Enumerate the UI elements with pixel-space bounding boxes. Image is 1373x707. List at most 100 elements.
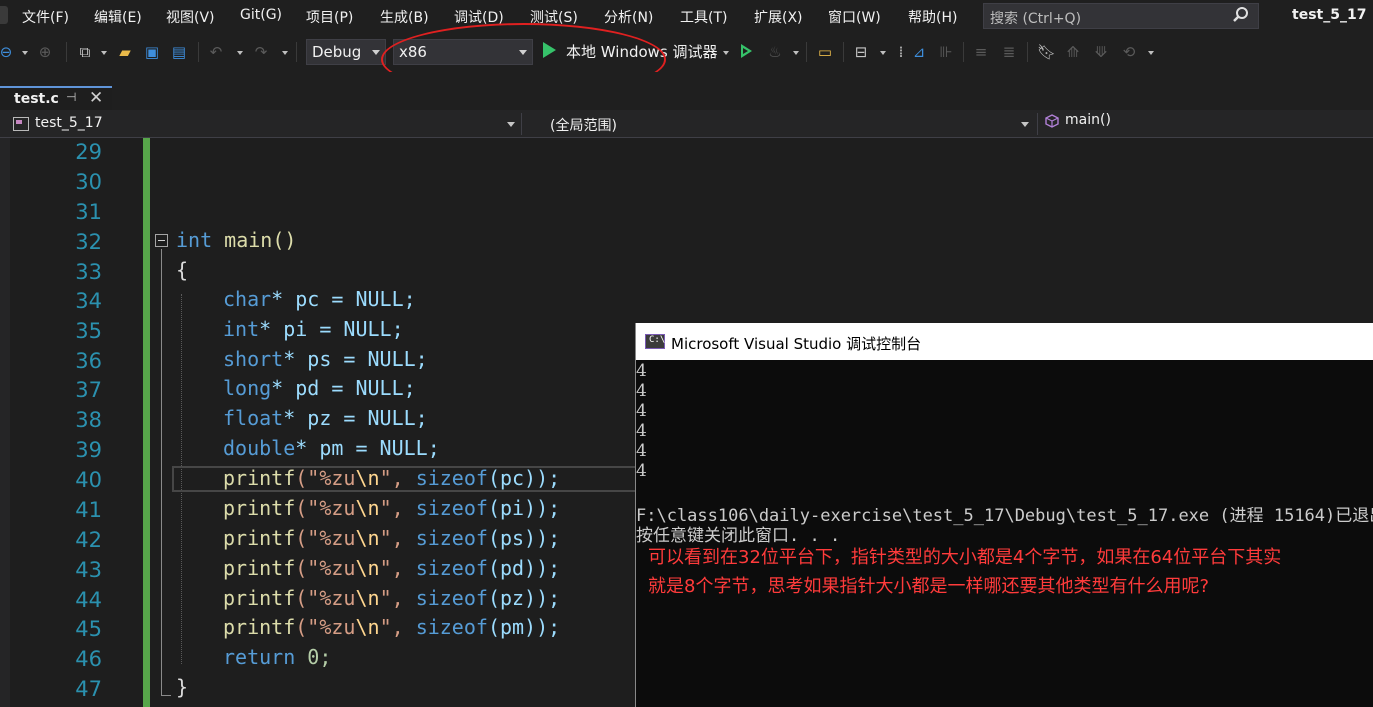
code-keyword: float [223,406,284,430]
toolbar-separator [806,42,807,62]
code-string: ("%zu [295,586,356,610]
code-text: (pi)); [487,496,561,520]
uncomment-icon[interactable]: ⊪ [937,42,955,62]
outline-fold-end [161,695,171,696]
collapse-toggle-icon[interactable] [155,234,168,247]
step-icon[interactable]: ⁞ [892,42,910,62]
line-number: 45 [75,617,102,641]
code-text: * ps = NULL; [283,347,428,371]
toolbar-overflow-caret-icon[interactable] [1148,51,1154,55]
toolbar-separator [66,42,67,62]
menu-git[interactable]: Git(G) [240,7,282,23]
code-line-34: char* pc = NULL; [223,287,416,311]
code-line-40: printf("%zu\n", sizeof(pc)); [223,466,560,490]
tab-label: test.c [14,91,59,107]
navigate-forward-icon[interactable]: ⊕ [36,42,54,62]
hot-reload-icon[interactable]: ♨ [766,42,784,62]
code-line-36: short* ps = NULL; [223,347,428,371]
save-all-icon[interactable]: ▤ [170,42,188,62]
menu-tools[interactable]: 工具(T) [680,7,727,27]
chevron-down-icon [507,122,515,127]
menu-file[interactable]: 文件(F) [22,7,69,27]
menu-test[interactable]: 测试(S) [530,7,578,27]
code-keyword: int [176,228,213,252]
save-icon[interactable]: ▣ [143,42,161,62]
menu-window[interactable]: 窗口(W) [828,7,881,27]
layout-dropdown-caret-icon[interactable] [880,51,886,55]
code-function: printf [223,496,296,520]
code-keyword: double [223,436,296,460]
code-escape: \n [355,496,380,520]
menu-help[interactable]: 帮助(H) [908,7,957,27]
open-folder-view-icon[interactable]: ▭ [816,42,834,62]
menu-view[interactable]: 视图(V) [166,7,215,27]
pin-icon[interactable]: ⊣ [66,90,76,104]
layout-icon[interactable]: ⊟ [852,42,870,62]
undo-dropdown-caret-icon[interactable] [237,51,243,55]
code-line-33: { [176,258,189,282]
outline-fold-line [161,249,162,695]
scope-select[interactable]: (全局范围) [530,113,1038,135]
new-project-icon[interactable]: ⧉ [76,42,94,62]
code-string: ("%zu [295,466,356,490]
close-icon[interactable]: ✕ [89,88,103,108]
console-output-line: 4 [636,401,647,421]
toolbar-separator [963,42,964,62]
line-number: 29 [75,140,102,164]
menu-debug[interactable]: 调试(D) [454,7,504,27]
navigate-back-icon[interactable]: ⊖ [0,42,15,62]
code-string: ", [379,556,416,580]
document-tab-strip: test.c ⊣ ✕ [0,72,1373,110]
code-string: ("%zu [295,556,356,580]
open-folder-icon[interactable]: ▰ [116,42,134,62]
menu-build[interactable]: 生成(B) [380,7,429,27]
line-number: 40 [75,468,102,492]
platform-select[interactable]: x86 [393,39,533,65]
code-escape: \n [355,466,380,490]
start-debugger-button[interactable]: 本地 Windows 调试器 [566,41,718,62]
tab-test-c[interactable]: test.c ⊣ ✕ [0,86,112,110]
search-icon[interactable] [1232,6,1250,24]
comment-icon[interactable]: ⊿ [910,42,928,62]
code-keyword: sizeof [415,556,488,580]
line-number: 39 [75,438,102,462]
debug-console-window[interactable]: C:\ Microsoft Visual Studio 调试控制台 4 4 4 … [635,323,1373,707]
clear-bookmarks-icon[interactable]: ⟲ [1120,42,1138,62]
line-number: 33 [75,260,102,284]
bookmark-icon[interactable]: 🔖︎ [1037,42,1056,62]
menu-project[interactable]: 项目(P) [306,7,353,27]
line-number: 44 [75,588,102,612]
method-cube-icon [1045,114,1059,128]
code-line-45: printf("%zu\n", sizeof(pm)); [223,615,560,639]
hot-reload-dropdown-caret-icon[interactable] [793,51,799,55]
code-string: ", [379,526,416,550]
undo-icon[interactable]: ↶ [207,42,225,62]
configuration-value: Debug [312,43,362,61]
new-dropdown-caret-icon[interactable] [101,51,107,55]
back-dropdown-caret-icon[interactable] [22,51,28,55]
code-keyword: sizeof [415,526,488,550]
next-bookmark-icon[interactable]: ⟱ [1092,42,1110,62]
menu-analyze[interactable]: 分析(N) [604,7,653,27]
menu-extensions[interactable]: 扩展(X) [754,7,803,27]
code-line-44: printf("%zu\n", sizeof(pz)); [223,586,560,610]
code-text: * pc = NULL; [271,287,416,311]
search-input[interactable]: 搜索 (Ctrl+Q) [983,3,1259,29]
menu-bar: 文件(F) 编辑(E) 视图(V) Git(G) 项目(P) 生成(B) 调试(… [0,0,1373,32]
previous-bookmark-icon[interactable]: ⟰ [1064,42,1082,62]
console-title-bar[interactable]: C:\ Microsoft Visual Studio 调试控制台 [636,323,1373,360]
member-select[interactable]: main() [1065,112,1111,128]
increase-indent-icon[interactable]: ≣ [1000,42,1018,62]
search-placeholder: 搜索 (Ctrl+Q) [990,11,1082,27]
decrease-indent-icon[interactable]: ≡ [972,42,990,62]
start-without-debugging-icon-inner [743,48,748,54]
start-debugging-play-icon[interactable] [543,42,556,58]
redo-dropdown-caret-icon[interactable] [282,51,288,55]
configuration-select[interactable]: Debug [306,39,386,65]
redo-icon[interactable]: ↷ [252,42,270,62]
code-keyword: long [223,376,272,400]
project-select[interactable]: test_5_17 [8,113,522,135]
menu-edit[interactable]: 编辑(E) [94,7,142,27]
debugger-dropdown-caret-icon[interactable] [723,51,729,55]
annotation-note-line-1: 可以看到在32位平台下，指针类型的大小都是4个字节，如果在64位平台下其实 [648,547,1282,568]
